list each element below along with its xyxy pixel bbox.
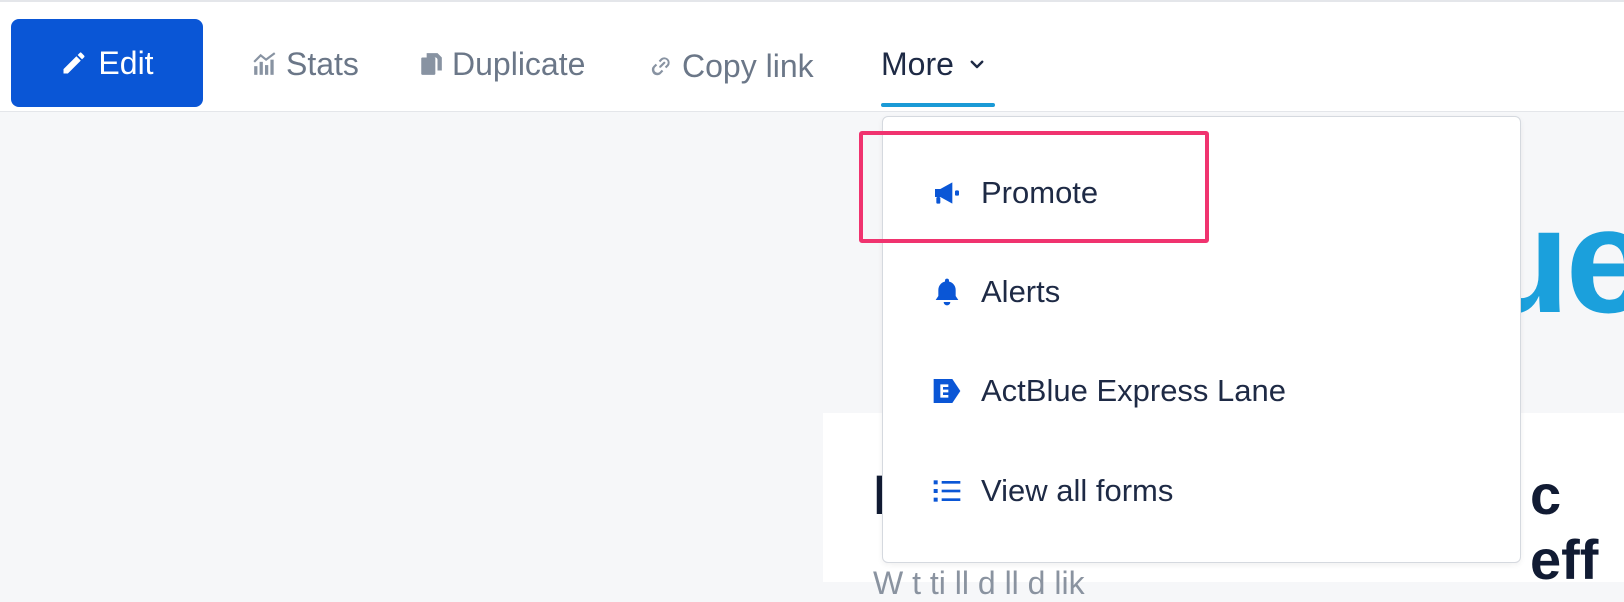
duplicate-button[interactable]: Duplicate (418, 40, 585, 88)
card-subtitle: W t ti ll d ll d lik (873, 565, 1085, 601)
edit-button-label: Edit (98, 44, 154, 81)
bell-icon (935, 278, 959, 306)
card-title-right: c eff (1530, 463, 1599, 591)
edit-button[interactable]: Edit (11, 19, 203, 107)
more-menu-button[interactable]: More (881, 40, 986, 88)
copy-link-button[interactable]: Copy link (648, 42, 814, 90)
duplicate-label: Duplicate (452, 45, 586, 82)
chevron-down-icon (970, 60, 984, 69)
copy-icon (421, 53, 442, 75)
menu-item-express-lane-label: ActBlue Express Lane (981, 373, 1287, 408)
copy-link-label: Copy link (682, 47, 814, 84)
menu-item-view-all-forms-label: View all forms (981, 473, 1174, 508)
menu-item-promote-label: Promote (981, 175, 1099, 210)
pencil-icon (63, 52, 85, 74)
active-tab-underline (881, 103, 995, 107)
top-toolbar: Edit Stats Duplicate Copy link More (0, 0, 1624, 112)
menu-item-promote[interactable]: Promote (931, 169, 1098, 217)
list-icon (933, 480, 961, 502)
menu-item-view-all-forms[interactable]: View all forms (931, 467, 1173, 515)
menu-item-alerts[interactable]: Alerts (931, 268, 1060, 316)
menu-item-express-lane[interactable]: ActBlue Express Lane (931, 367, 1286, 415)
stats-button[interactable]: Stats (252, 40, 359, 88)
menu-item-alerts-label: Alerts (981, 274, 1061, 309)
megaphone-icon (935, 182, 959, 204)
chart-icon (253, 52, 276, 75)
express-lane-icon (933, 379, 961, 403)
stats-label: Stats (286, 45, 359, 82)
link-icon (651, 57, 670, 76)
more-dropdown-menu: Promote Alerts ActBlue Express Lane View… (882, 116, 1521, 563)
more-label: More (881, 45, 954, 82)
